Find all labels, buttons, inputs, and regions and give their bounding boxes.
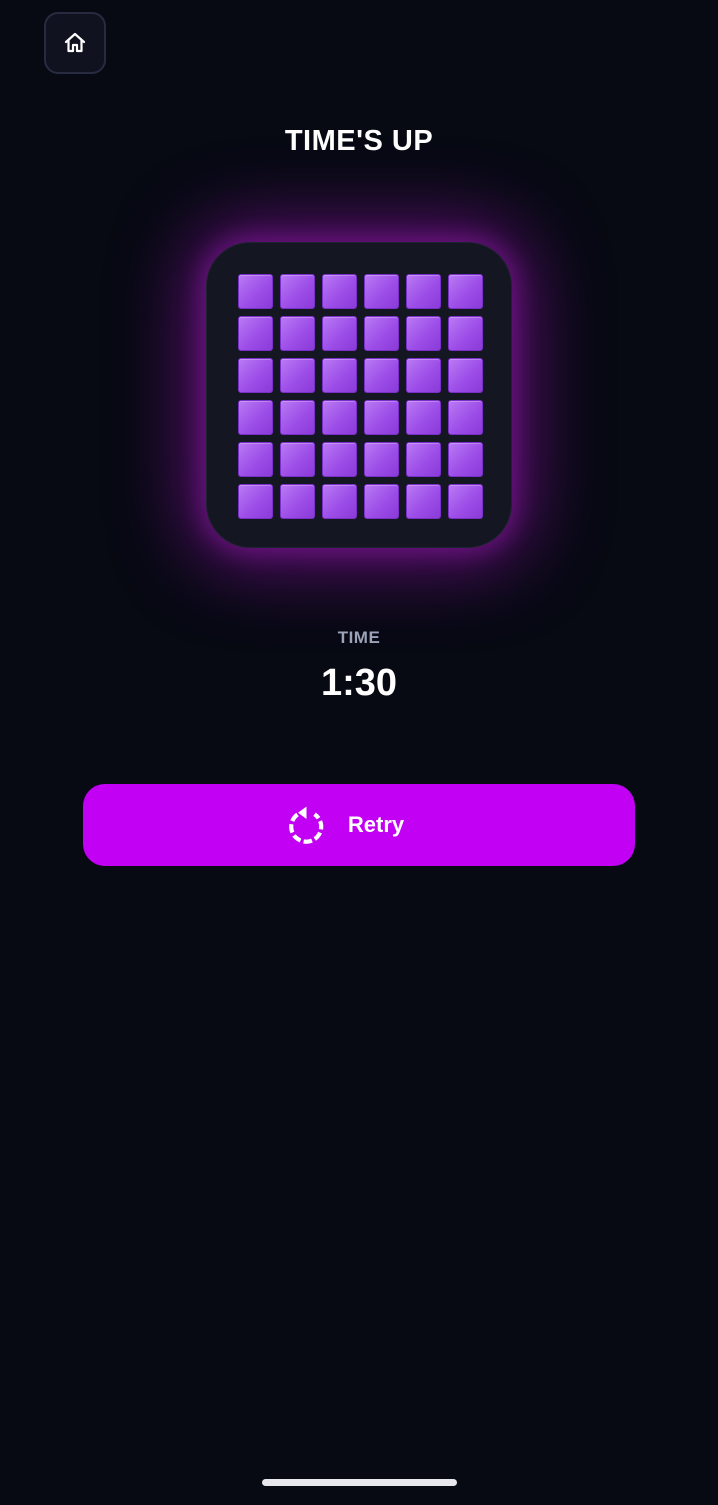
board-tile: [238, 442, 273, 477]
home-button[interactable]: [44, 12, 106, 74]
retry-icon: [289, 806, 324, 844]
game-board: [206, 242, 512, 548]
board-tile: [448, 484, 483, 519]
board-tile: [238, 358, 273, 393]
board-tile: [280, 358, 315, 393]
board-tile: [364, 358, 399, 393]
board-tile: [238, 274, 273, 309]
board-tile: [280, 400, 315, 435]
board-tile: [280, 316, 315, 351]
board-tile: [322, 400, 357, 435]
board-tile: [280, 484, 315, 519]
board-tile: [322, 358, 357, 393]
board-tile: [448, 442, 483, 477]
board-tile: [322, 274, 357, 309]
result-title: TIME'S UP: [284, 125, 434, 157]
board-tile: [448, 316, 483, 351]
retry-label: Retry: [347, 812, 405, 837]
time-label: TIME: [337, 628, 381, 647]
board-tile: [238, 484, 273, 519]
board-tile: [406, 358, 441, 393]
home-indicator: [262, 1479, 457, 1486]
retry-button[interactable]: Retry: [83, 784, 635, 866]
board-tile: [406, 400, 441, 435]
board-tile: [364, 274, 399, 309]
board-tile: [448, 400, 483, 435]
board-tile: [280, 442, 315, 477]
board-tile: [406, 316, 441, 351]
board-tile: [406, 274, 441, 309]
board-tile: [322, 316, 357, 351]
board-tile: [364, 400, 399, 435]
board-tile: [364, 316, 399, 351]
board-tile: [364, 442, 399, 477]
board-tile: [406, 484, 441, 519]
tile-grid: [238, 274, 483, 519]
board-tile: [238, 316, 273, 351]
board-tile: [238, 400, 273, 435]
board-tile: [322, 484, 357, 519]
board-tile: [406, 442, 441, 477]
board-tile: [448, 274, 483, 309]
board-tile: [280, 274, 315, 309]
time-value: 1:30: [320, 662, 398, 704]
board-tile: [364, 484, 399, 519]
home-icon: [64, 32, 86, 53]
board-tile: [448, 358, 483, 393]
board-tile: [322, 442, 357, 477]
